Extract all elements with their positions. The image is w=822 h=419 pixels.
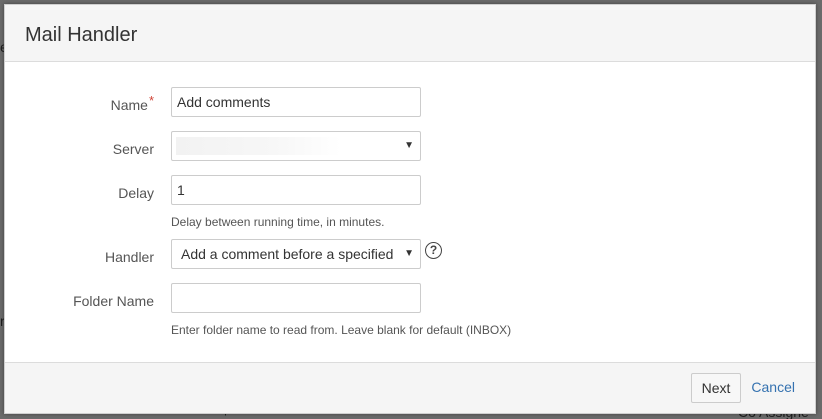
chevron-down-icon: ▼ bbox=[404, 140, 414, 151]
delay-input[interactable]: 1 bbox=[171, 175, 421, 205]
name-label-text: Name bbox=[110, 97, 148, 113]
dialog-header: Mail Handler bbox=[5, 5, 815, 62]
mail-handler-dialog: Mail Handler Name* Add comments Server ▼… bbox=[4, 4, 816, 414]
handler-label: Handler bbox=[104, 249, 154, 265]
server-select[interactable]: ▼ bbox=[171, 131, 421, 161]
dialog-footer: Next Cancel bbox=[5, 362, 815, 413]
server-select-value bbox=[176, 137, 341, 155]
next-button[interactable]: Next bbox=[691, 373, 741, 403]
folder-name-input[interactable] bbox=[171, 283, 421, 313]
delay-label: Delay bbox=[118, 185, 154, 201]
required-marker: * bbox=[148, 93, 154, 108]
name-label: Name* bbox=[14, 93, 154, 113]
question-circle-icon[interactable]: ? bbox=[425, 242, 442, 259]
name-input[interactable]: Add comments bbox=[171, 87, 421, 117]
chevron-down-icon: ▼ bbox=[404, 248, 414, 259]
dialog-body: Name* Add comments Server ▼ Delay 1 Dela… bbox=[5, 62, 815, 364]
cancel-link[interactable]: Cancel bbox=[751, 379, 795, 395]
folder-help-text: Enter folder name to read from. Leave bl… bbox=[171, 323, 512, 337]
handler-select-value: Add a comment before a specified bbox=[181, 246, 394, 262]
server-label: Server bbox=[112, 141, 154, 157]
delay-help-text: Delay between running time, in minutes. bbox=[171, 215, 385, 229]
folder-name-label: Folder Name bbox=[73, 293, 154, 309]
dialog-title: Mail Handler bbox=[25, 24, 138, 46]
handler-select[interactable]: Add a comment before a specified ▼ bbox=[171, 239, 421, 269]
